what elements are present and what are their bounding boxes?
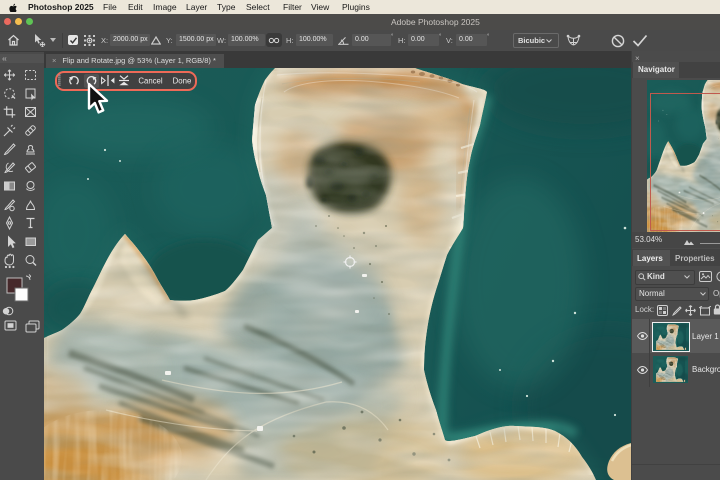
svg-text:Done: Done: [173, 76, 191, 85]
svg-text:Cancel: Cancel: [138, 76, 163, 85]
